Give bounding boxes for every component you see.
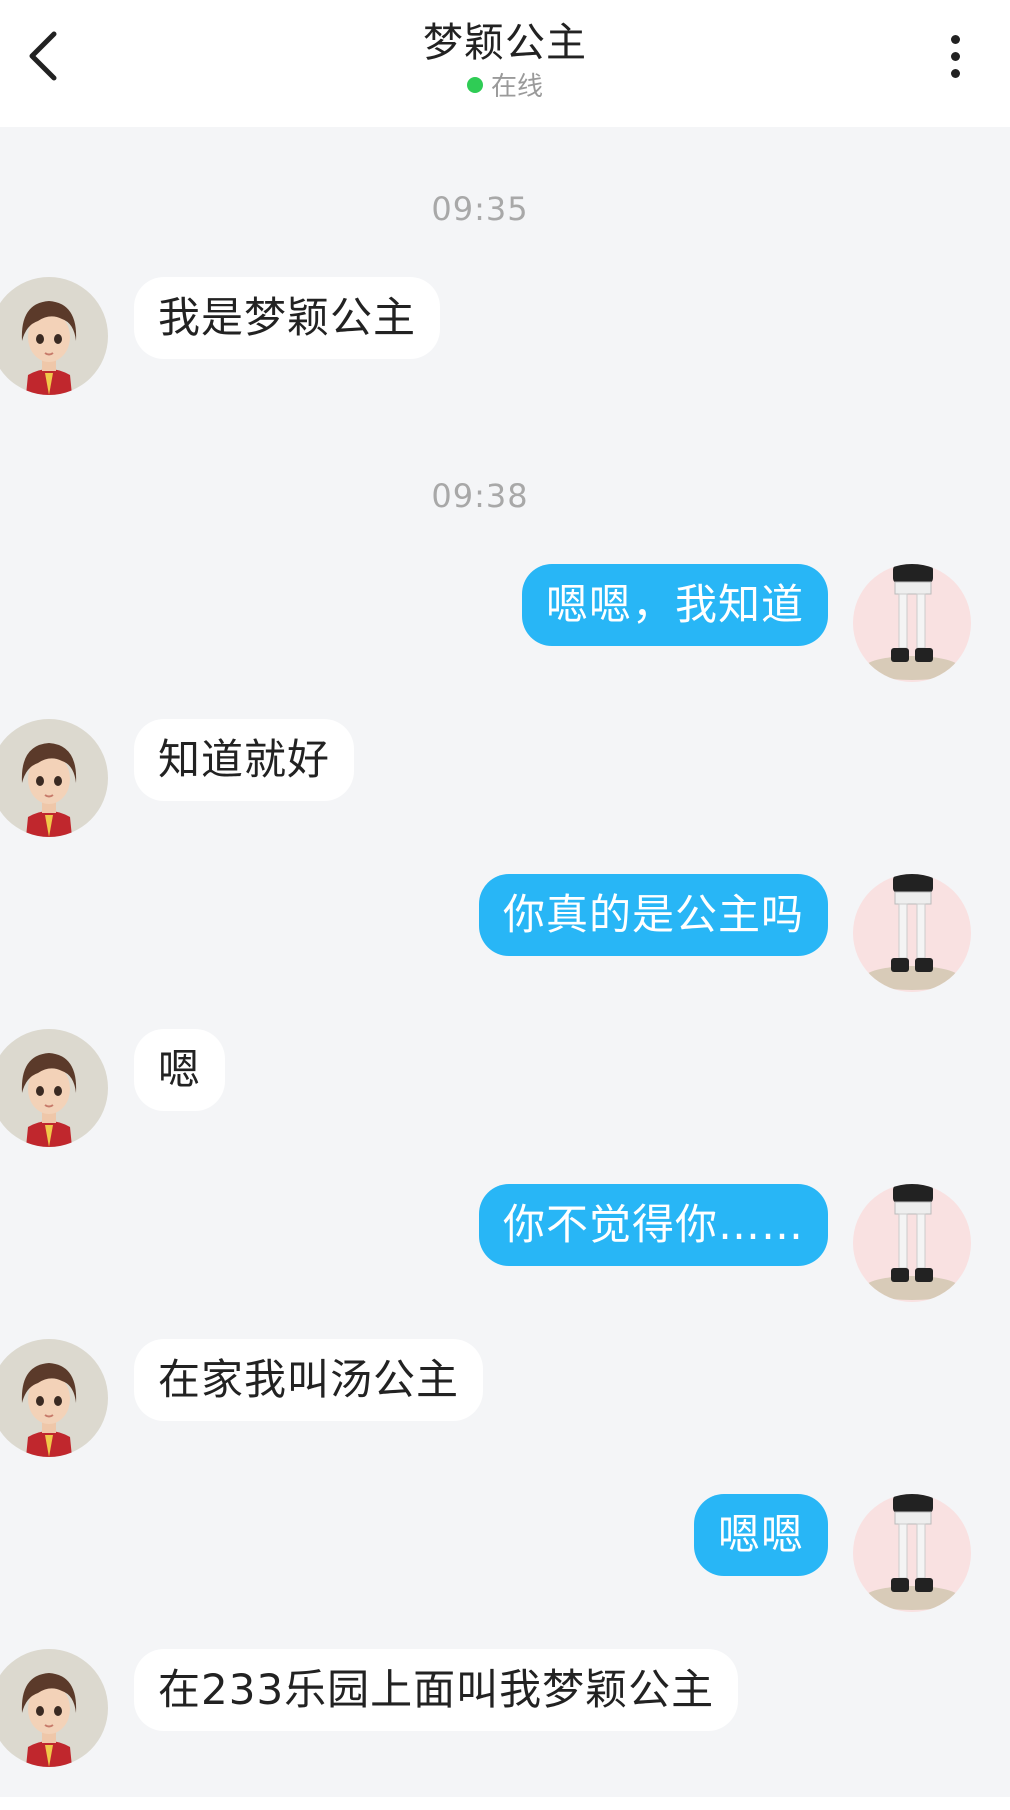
incoming-message[interactable]: 嗯 bbox=[134, 1029, 226, 1111]
bottom-edge bbox=[0, 1797, 1010, 1810]
my-avatar[interactable] bbox=[853, 1184, 971, 1302]
contact-avatar[interactable] bbox=[0, 719, 108, 837]
incoming-message[interactable]: 在233乐园上面叫我梦颖公主 bbox=[134, 1649, 739, 1731]
top-bar: 梦颖公主 在线 bbox=[0, 0, 1010, 127]
outgoing-message[interactable]: 你不觉得你…… bbox=[478, 1184, 828, 1266]
contact-avatar[interactable] bbox=[0, 1649, 108, 1767]
contact-avatar[interactable] bbox=[0, 1029, 108, 1147]
outgoing-message[interactable]: 你真的是公主吗 bbox=[478, 874, 828, 956]
contact-avatar[interactable] bbox=[0, 277, 108, 395]
chat-title: 梦颖公主 bbox=[423, 20, 587, 66]
more-vertical-icon bbox=[950, 34, 960, 44]
incoming-message[interactable]: 我是梦颖公主 bbox=[134, 277, 441, 359]
timestamp: 09:38 bbox=[431, 477, 529, 515]
timestamp: 09:35 bbox=[431, 190, 529, 228]
online-status: 在线 bbox=[0, 66, 1010, 103]
more-options-button[interactable] bbox=[930, 26, 980, 86]
outgoing-message[interactable]: 嗯嗯 bbox=[693, 1494, 828, 1576]
my-avatar[interactable] bbox=[853, 564, 971, 682]
contact-avatar[interactable] bbox=[0, 1339, 108, 1457]
online-dot-icon bbox=[466, 77, 483, 93]
incoming-message[interactable]: 在家我叫汤公主 bbox=[134, 1339, 484, 1421]
incoming-message[interactable]: 知道就好 bbox=[134, 719, 355, 801]
message-list[interactable]: 09:35 我是梦颖公主 09:38 嗯嗯，我知道 知道就好 你真的是公主吗 嗯… bbox=[0, 127, 1010, 1797]
outgoing-message[interactable]: 嗯嗯，我知道 bbox=[521, 564, 828, 646]
my-avatar[interactable] bbox=[853, 874, 971, 992]
status-text: 在线 bbox=[490, 72, 543, 102]
my-avatar[interactable] bbox=[853, 1494, 971, 1612]
